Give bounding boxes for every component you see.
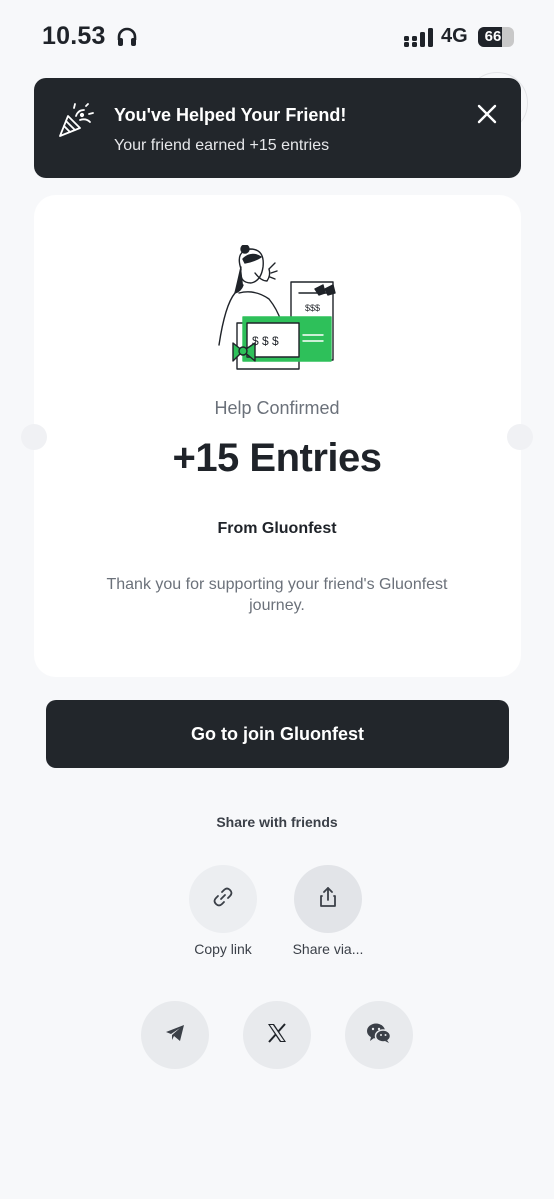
telegram-icon [163, 1021, 187, 1050]
copy-link-circle[interactable] [189, 865, 257, 933]
close-icon[interactable] [475, 102, 499, 126]
share-icon [316, 885, 340, 914]
entries-count: +15 Entries [172, 436, 382, 480]
headphones-icon [116, 26, 138, 53]
share-via-button[interactable]: Share via... [283, 865, 373, 957]
wechat-button[interactable] [345, 1001, 413, 1069]
notification-toast: You've Helped Your Friend! Your friend e… [34, 78, 521, 178]
battery-indicator: 66 [478, 27, 514, 47]
signal-icon [404, 28, 434, 53]
x-share-button[interactable] [243, 1001, 311, 1069]
ticket-text: $ $ $ [252, 334, 279, 348]
copy-link-label: Copy link [194, 941, 252, 957]
toast-title: You've Helped Your Friend! [114, 105, 347, 125]
telegram-button[interactable] [141, 1001, 209, 1069]
clock: 10.53 [42, 22, 106, 50]
link-icon [211, 885, 235, 914]
help-confirmed-label: Help Confirmed [214, 398, 340, 418]
source-label: From Gluonfest [217, 520, 337, 537]
join-button-label: Go to join Gluonfest [191, 723, 364, 744]
share-via-label: Share via... [292, 941, 364, 957]
join-gluonfest-button[interactable]: Go to join Gluonfest [46, 700, 509, 768]
thank-you-message: Thank you for supporting your friend's G… [106, 576, 448, 614]
party-popper-icon [56, 102, 96, 147]
receipt-text: $$$ [305, 303, 320, 313]
x-icon [266, 1022, 288, 1049]
share-via-circle[interactable] [294, 865, 362, 933]
copy-link-button[interactable]: Copy link [178, 865, 268, 957]
battery-percent: 66 [484, 28, 502, 45]
network-type: 4G [441, 25, 468, 47]
share-title: Share with friends [216, 814, 338, 830]
toast-subtitle: Your friend earned +15 entries [114, 137, 330, 154]
status-bar: 10.53 4G 66 [0, 0, 554, 72]
wechat-icon [366, 1021, 392, 1050]
gift-illustration: $$$ $ $ $ [215, 244, 345, 380]
